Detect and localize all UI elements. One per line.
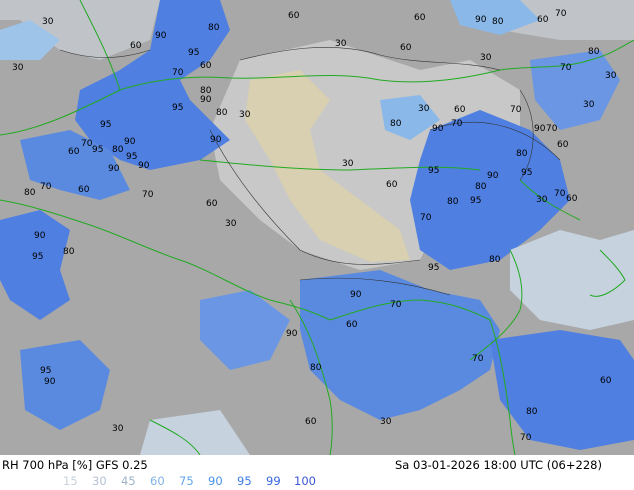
contour-label: 60 [600, 376, 612, 386]
legend-level-15: 15 [63, 474, 78, 488]
contour-label: 90 [44, 377, 56, 387]
contour-label: 60 [557, 140, 569, 150]
contour-label: 70 [40, 182, 52, 192]
contour-label: 70 [420, 213, 432, 223]
contour-label: 90 [487, 171, 499, 181]
contour-label: 90 [34, 231, 46, 241]
contour-label: 80 [588, 47, 600, 57]
contour-label: 30 [239, 110, 251, 120]
contour-label: 90 [200, 95, 212, 105]
contour-label: 30 [225, 219, 237, 229]
contour-label: 70 [472, 354, 484, 364]
contour-label: 60 [400, 43, 412, 53]
contour-label: 70 [546, 124, 558, 134]
contour-label: 60 [206, 199, 218, 209]
contour-label: 80 [492, 17, 504, 27]
contour-label: 70 [560, 63, 572, 73]
legend-level-30: 30 [92, 474, 107, 488]
legend-level-100: 100 [294, 474, 316, 488]
contour-label: 95 [92, 145, 103, 155]
contour-label: 60 [200, 61, 212, 71]
contour-label: 70 [555, 9, 567, 19]
contour-label: 95 [188, 48, 199, 58]
contour-label: 30 [605, 71, 617, 81]
contour-label: 80 [63, 247, 75, 257]
contour-label: 80 [310, 363, 322, 373]
contour-label: 60 [386, 180, 398, 190]
contour-label: 90 [108, 164, 120, 174]
contour-label: 95 [172, 103, 183, 113]
contour-label: 80 [516, 149, 528, 159]
contour-label: 90 [124, 137, 136, 147]
contour-label: 95 [126, 152, 137, 162]
valid-time: Sa 03-01-2026 18:00 UTC (06+228) [395, 458, 602, 472]
contour-label: 90 [138, 161, 150, 171]
contour-label: 95 [521, 168, 532, 178]
contour-label: 90 [475, 15, 487, 25]
contour-label: 60 [414, 13, 426, 23]
contour-label: 60 [537, 15, 549, 25]
contour-label: 60 [346, 320, 358, 330]
contour-label: 70 [554, 189, 566, 199]
contour-label: 30 [583, 100, 595, 110]
contour-label: 80 [489, 255, 501, 265]
contour-label: 30 [480, 53, 492, 63]
contour-label: 30 [536, 195, 548, 205]
legend-level-99: 99 [266, 474, 281, 488]
contour-label: 90 [155, 31, 167, 41]
contour-label: 70 [451, 119, 463, 129]
contour-label: 60 [68, 147, 80, 157]
contour-label: 80 [200, 86, 212, 96]
contour-label: 60 [305, 417, 317, 427]
contour-label: 80 [216, 108, 228, 118]
contour-label: 80 [390, 119, 402, 129]
map-title: RH 700 hPa [%] GFS 0.25 [2, 458, 148, 472]
contour-label: 90 [286, 329, 298, 339]
contour-label: 80 [24, 188, 36, 198]
legend-level-45: 45 [121, 474, 136, 488]
contour-label: 80 [447, 197, 459, 207]
contour-label: 70 [172, 68, 184, 78]
contour-label: 70 [142, 190, 154, 200]
contour-label: 30 [380, 417, 392, 427]
legend-level-90: 90 [208, 474, 223, 488]
contour-label: 95 [428, 166, 439, 176]
legend-level-60: 60 [150, 474, 165, 488]
contour-label: 95 [428, 263, 439, 273]
contour-label: 30 [335, 39, 347, 49]
legend-level-95: 95 [237, 474, 252, 488]
contour-label: 90 [210, 135, 222, 145]
contour-label: 60 [288, 11, 300, 21]
contour-label: 80 [112, 145, 124, 155]
contour-label: 70 [520, 433, 532, 443]
contour-label: 30 [42, 17, 54, 27]
contour-label: 30 [12, 63, 24, 73]
contour-label: 95 [32, 252, 43, 262]
contour-label: 70 [510, 105, 522, 115]
contour-label: 60 [566, 194, 578, 204]
legend-level-75: 75 [179, 474, 194, 488]
contour-label: 95 [100, 120, 111, 130]
contour-label: 30 [112, 424, 124, 434]
contour-label: 30 [418, 104, 430, 114]
contour-label: 70 [81, 139, 93, 149]
weather-map: 30 60 90 80 60 90 80 60 70 30 30 95 30 6… [0, 0, 634, 456]
contour-label: 90 [534, 124, 546, 134]
contour-label: 90 [432, 124, 444, 134]
contour-label: 80 [526, 407, 538, 417]
contour-label: 30 [342, 159, 354, 169]
contour-label: 80 [208, 23, 220, 33]
contour-label: 60 [454, 105, 466, 115]
contour-label: 90 [350, 290, 362, 300]
contour-label: 60 [78, 185, 90, 195]
contour-label: 70 [390, 300, 402, 310]
contour-label: 60 [130, 41, 142, 51]
contour-label: 95 [470, 196, 481, 206]
contour-label: 80 [475, 182, 487, 192]
contour-label: 95 [40, 366, 51, 376]
